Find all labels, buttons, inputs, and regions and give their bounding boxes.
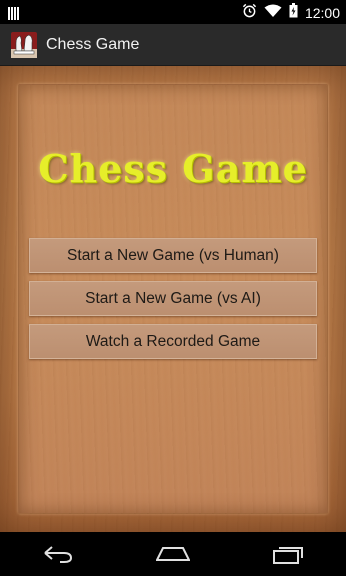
start-vs-human-button[interactable]: Start a New Game (vs Human) [29,238,317,273]
back-icon[interactable] [28,532,88,576]
wood-background: Chess Game Start a New Game (vs Human) S… [0,66,346,532]
action-bar: Chess Game [0,24,346,66]
home-icon[interactable] [143,532,203,576]
app-title: Chess Game [46,35,140,53]
start-vs-ai-button[interactable]: Start a New Game (vs AI) [29,281,317,316]
watch-recorded-game-button[interactable]: Watch a Recorded Game [29,324,317,359]
chess-app-icon[interactable] [10,31,38,59]
notification-icon [8,5,20,24]
game-title: Chess Game [38,146,308,191]
navigation-bar [0,532,346,576]
status-time: 12:00 [304,4,340,21]
alarm-icon [242,3,257,22]
status-bar: 12:00 [0,0,346,24]
recent-apps-icon[interactable] [258,532,318,576]
wifi-icon [264,3,282,22]
battery-icon [289,3,298,22]
